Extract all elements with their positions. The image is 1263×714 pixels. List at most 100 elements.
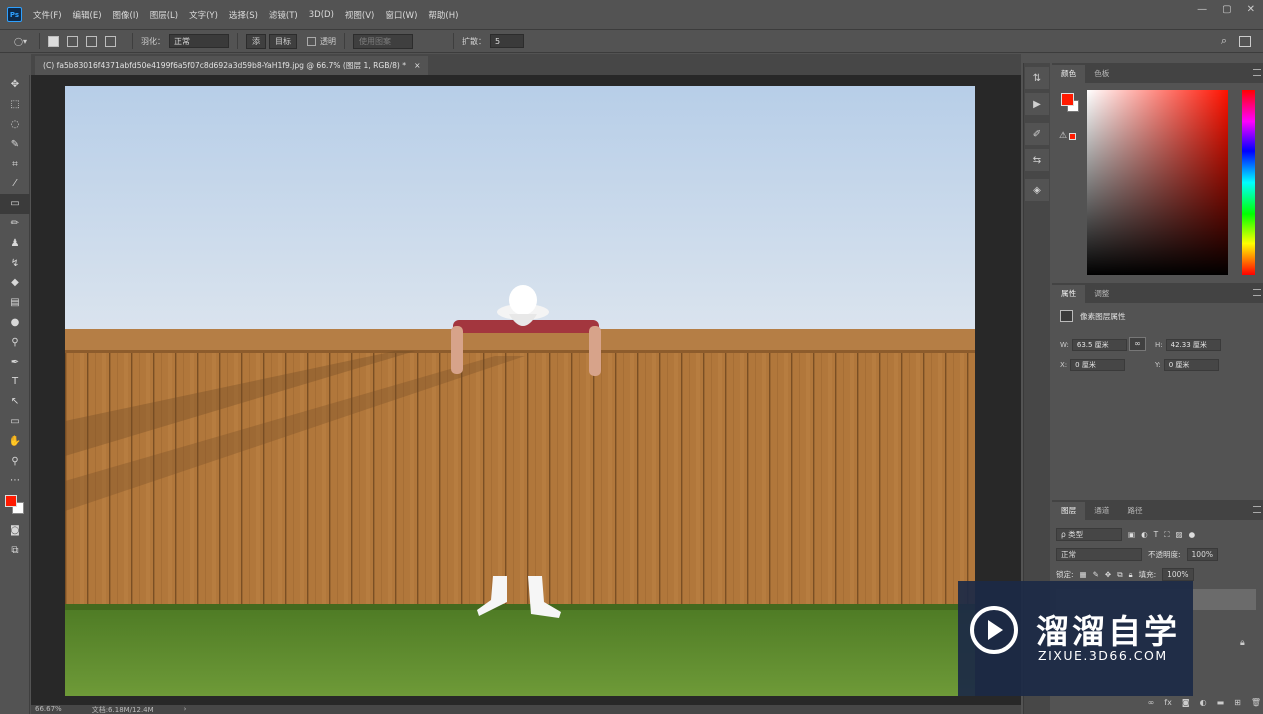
lock-position-icon[interactable]: ✥: [1105, 570, 1111, 579]
link-dimensions-icon[interactable]: ∞: [1129, 337, 1146, 351]
diffusion-dropdown[interactable]: 5: [489, 34, 524, 48]
status-menu-arrow[interactable]: ›: [184, 705, 187, 714]
add-selection-icon[interactable]: [66, 35, 78, 47]
subtract-selection-icon[interactable]: [85, 35, 97, 47]
lock-pixels-icon[interactable]: ✎: [1093, 570, 1099, 579]
x-field[interactable]: 0 厘米: [1070, 359, 1126, 371]
menu-image[interactable]: 图像(I): [113, 9, 139, 21]
intersect-selection-icon[interactable]: [104, 35, 116, 47]
menu-help[interactable]: 帮助(H): [428, 9, 458, 21]
history-panel-icon[interactable]: ⇅: [1025, 67, 1049, 89]
pen-tool-icon[interactable]: ✒: [0, 352, 30, 372]
menu-edit[interactable]: 编辑(E): [73, 9, 102, 21]
zoom-tool-icon[interactable]: ⚲: [0, 451, 30, 471]
healing-brush-tool-icon[interactable]: ▭: [0, 193, 30, 214]
close-tab-icon[interactable]: ×: [414, 61, 420, 70]
tab-layers[interactable]: 图层: [1052, 502, 1086, 520]
tab-color[interactable]: 颜色: [1052, 65, 1086, 83]
height-field[interactable]: 42.33 厘米: [1165, 339, 1221, 351]
filter-smart-object-icon[interactable]: ▨: [1175, 530, 1182, 539]
dodge-tool-icon[interactable]: ⚲: [0, 332, 30, 352]
hue-slider[interactable]: [1242, 90, 1255, 275]
panel-menu-icon[interactable]: [1253, 289, 1261, 296]
crop-tool-icon[interactable]: ⌗: [0, 154, 30, 174]
search-icon[interactable]: ⌕: [1221, 34, 1227, 48]
marquee-tool-icon[interactable]: ⬚: [0, 95, 30, 115]
filter-adjustment-icon[interactable]: ◐: [1141, 530, 1148, 539]
layer-filter-dropdown[interactable]: ρ 类型: [1056, 528, 1122, 541]
lock-artboard-icon[interactable]: ⧉: [1117, 570, 1122, 580]
rectangle-tool-icon[interactable]: ▭: [0, 412, 30, 432]
menu-type[interactable]: 文字(Y): [189, 9, 218, 21]
maximize-button[interactable]: ▢: [1222, 4, 1231, 15]
color-swatches[interactable]: [0, 491, 29, 521]
actions-panel-icon[interactable]: ▶: [1025, 93, 1049, 115]
quick-selection-tool-icon[interactable]: ✎: [0, 134, 30, 154]
document-tab[interactable]: (C) fa5b83016f4371abfd50e4199f6a5f07c8d6…: [35, 56, 429, 75]
add-mask-icon[interactable]: ◙: [1182, 698, 1190, 707]
menu-window[interactable]: 窗口(W): [385, 9, 417, 21]
move-tool-icon[interactable]: ✥: [0, 75, 30, 95]
filter-shape-icon[interactable]: ⛶: [1164, 530, 1169, 540]
path-selection-tool-icon[interactable]: ↖: [0, 392, 30, 412]
use-pattern-button[interactable]: 使用图案: [352, 33, 413, 49]
style-dropdown[interactable]: 正常: [168, 34, 229, 48]
transparent-checkbox[interactable]: [306, 36, 316, 46]
gamut-warning-icon[interactable]: ⚠: [1059, 131, 1077, 141]
tab-paths[interactable]: 路径: [1118, 502, 1151, 520]
filter-type-icon[interactable]: T: [1154, 530, 1159, 539]
close-window-button[interactable]: ✕: [1247, 4, 1255, 15]
panel-foreground-swatch[interactable]: [1061, 93, 1074, 106]
panel-menu-icon[interactable]: [1253, 506, 1261, 513]
clone-stamp-tool-icon[interactable]: ♟: [0, 233, 30, 253]
new-layer-icon[interactable]: ⊞: [1234, 698, 1241, 707]
eyedropper-tool-icon[interactable]: ⁄: [0, 174, 30, 194]
menu-select[interactable]: 选择(S): [229, 9, 258, 21]
filter-pixel-icon[interactable]: ▣: [1128, 530, 1135, 539]
adjustments-panel-icon[interactable]: ⇆: [1025, 149, 1049, 171]
delete-layer-icon[interactable]: 🗑︎: [1251, 698, 1261, 707]
minimize-button[interactable]: —: [1197, 4, 1207, 15]
add-button[interactable]: 添: [245, 33, 266, 49]
lock-all-icon[interactable]: 🔒︎: [1129, 570, 1133, 580]
screen-mode-icon[interactable]: ⧉: [0, 541, 30, 561]
menu-view[interactable]: 视图(V): [345, 9, 374, 21]
quick-mask-icon[interactable]: ◙: [0, 521, 30, 541]
zoom-level[interactable]: 66.67%: [35, 705, 62, 714]
menu-filter[interactable]: 滤镜(T): [269, 9, 298, 21]
foreground-color-swatch[interactable]: [5, 494, 17, 507]
history-brush-tool-icon[interactable]: ↯: [0, 253, 30, 273]
target-button[interactable]: 目标: [268, 33, 297, 49]
adjustment-layer-icon[interactable]: ◐: [1200, 698, 1207, 707]
opacity-field[interactable]: 100%: [1186, 548, 1218, 561]
tab-adjustments[interactable]: 调整: [1085, 285, 1118, 303]
filter-toggle-icon[interactable]: ●: [1189, 530, 1196, 539]
lasso-tool-icon[interactable]: ◌: [0, 115, 30, 135]
layer-style-icon[interactable]: fx: [1164, 698, 1172, 707]
hand-tool-icon[interactable]: ✋: [0, 431, 30, 451]
blur-tool-icon[interactable]: ●: [0, 313, 30, 333]
fill-field[interactable]: 100%: [1162, 568, 1194, 581]
eraser-tool-icon[interactable]: ◆: [0, 273, 30, 293]
brush-tool-icon[interactable]: ✏: [0, 214, 30, 234]
link-layers-icon[interactable]: ∞: [1148, 698, 1155, 707]
color-field[interactable]: [1087, 90, 1228, 275]
tab-properties[interactable]: 属性: [1052, 285, 1086, 303]
width-field[interactable]: 63.5 厘米: [1071, 339, 1127, 351]
gradient-tool-icon[interactable]: ▤: [0, 293, 30, 313]
lock-transparent-icon[interactable]: ▦: [1080, 570, 1087, 579]
tab-swatches[interactable]: 色板: [1085, 65, 1118, 83]
panel-menu-icon[interactable]: [1253, 69, 1261, 76]
more-tools-icon[interactable]: ⋯: [0, 471, 30, 491]
new-selection-icon[interactable]: [47, 35, 59, 47]
lasso-tool-preset-icon[interactable]: ◯▾: [14, 37, 27, 46]
blend-mode-dropdown[interactable]: 正常: [1056, 548, 1142, 561]
menu-file[interactable]: 文件(F): [33, 9, 62, 21]
new-group-icon[interactable]: ▬: [1217, 698, 1225, 707]
y-field[interactable]: 0 厘米: [1163, 359, 1219, 371]
type-tool-icon[interactable]: T: [0, 372, 30, 392]
brush-settings-icon[interactable]: ✐: [1025, 123, 1049, 145]
canvas-area[interactable]: [31, 75, 1021, 706]
menu-3d[interactable]: 3D(D): [309, 10, 334, 20]
menu-layer[interactable]: 图层(L): [150, 9, 178, 21]
